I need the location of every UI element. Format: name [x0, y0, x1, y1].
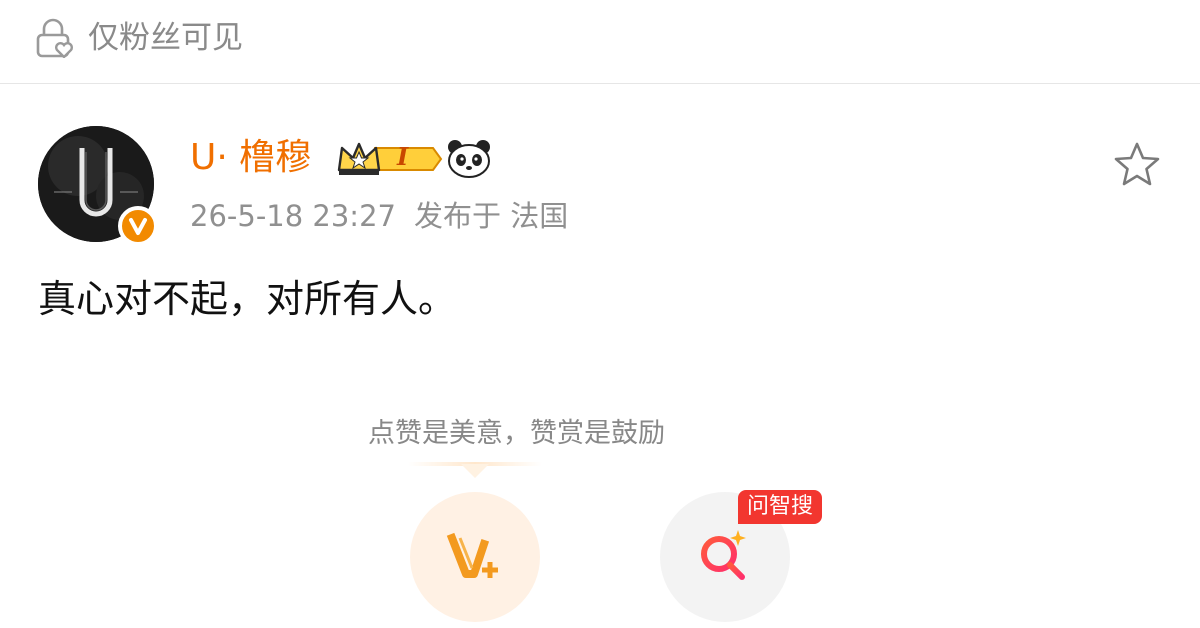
reward-button[interactable]	[410, 492, 540, 622]
visibility-bar: 仅粉丝可见	[0, 0, 1200, 84]
post-location: 发布于 法国	[413, 199, 569, 233]
visibility-label: 仅粉丝可见	[88, 20, 243, 56]
ai-search-badge[interactable]: 问智搜	[738, 490, 823, 524]
post-meta: 26-5-18 23:27 发布于 法国	[190, 196, 586, 236]
vip-level: I	[397, 142, 409, 171]
post-content: 真心对不起，对所有人。	[38, 277, 457, 321]
star-outline-icon[interactable]	[1112, 140, 1162, 190]
verified-v-icon	[118, 206, 158, 246]
hint-pointer	[461, 464, 489, 478]
ai-search-icon	[701, 530, 746, 580]
lock-heart-icon	[36, 18, 73, 58]
post-timestamp: 26-5-18 23:27	[190, 199, 396, 233]
reward-hint: 点赞是美意，赞赏是鼓励	[368, 418, 665, 449]
crown-icon	[337, 142, 443, 175]
v-plus-reward-icon	[446, 532, 498, 578]
panda-icon	[448, 140, 490, 178]
author-name[interactable]: U· 橹穆	[190, 136, 311, 180]
